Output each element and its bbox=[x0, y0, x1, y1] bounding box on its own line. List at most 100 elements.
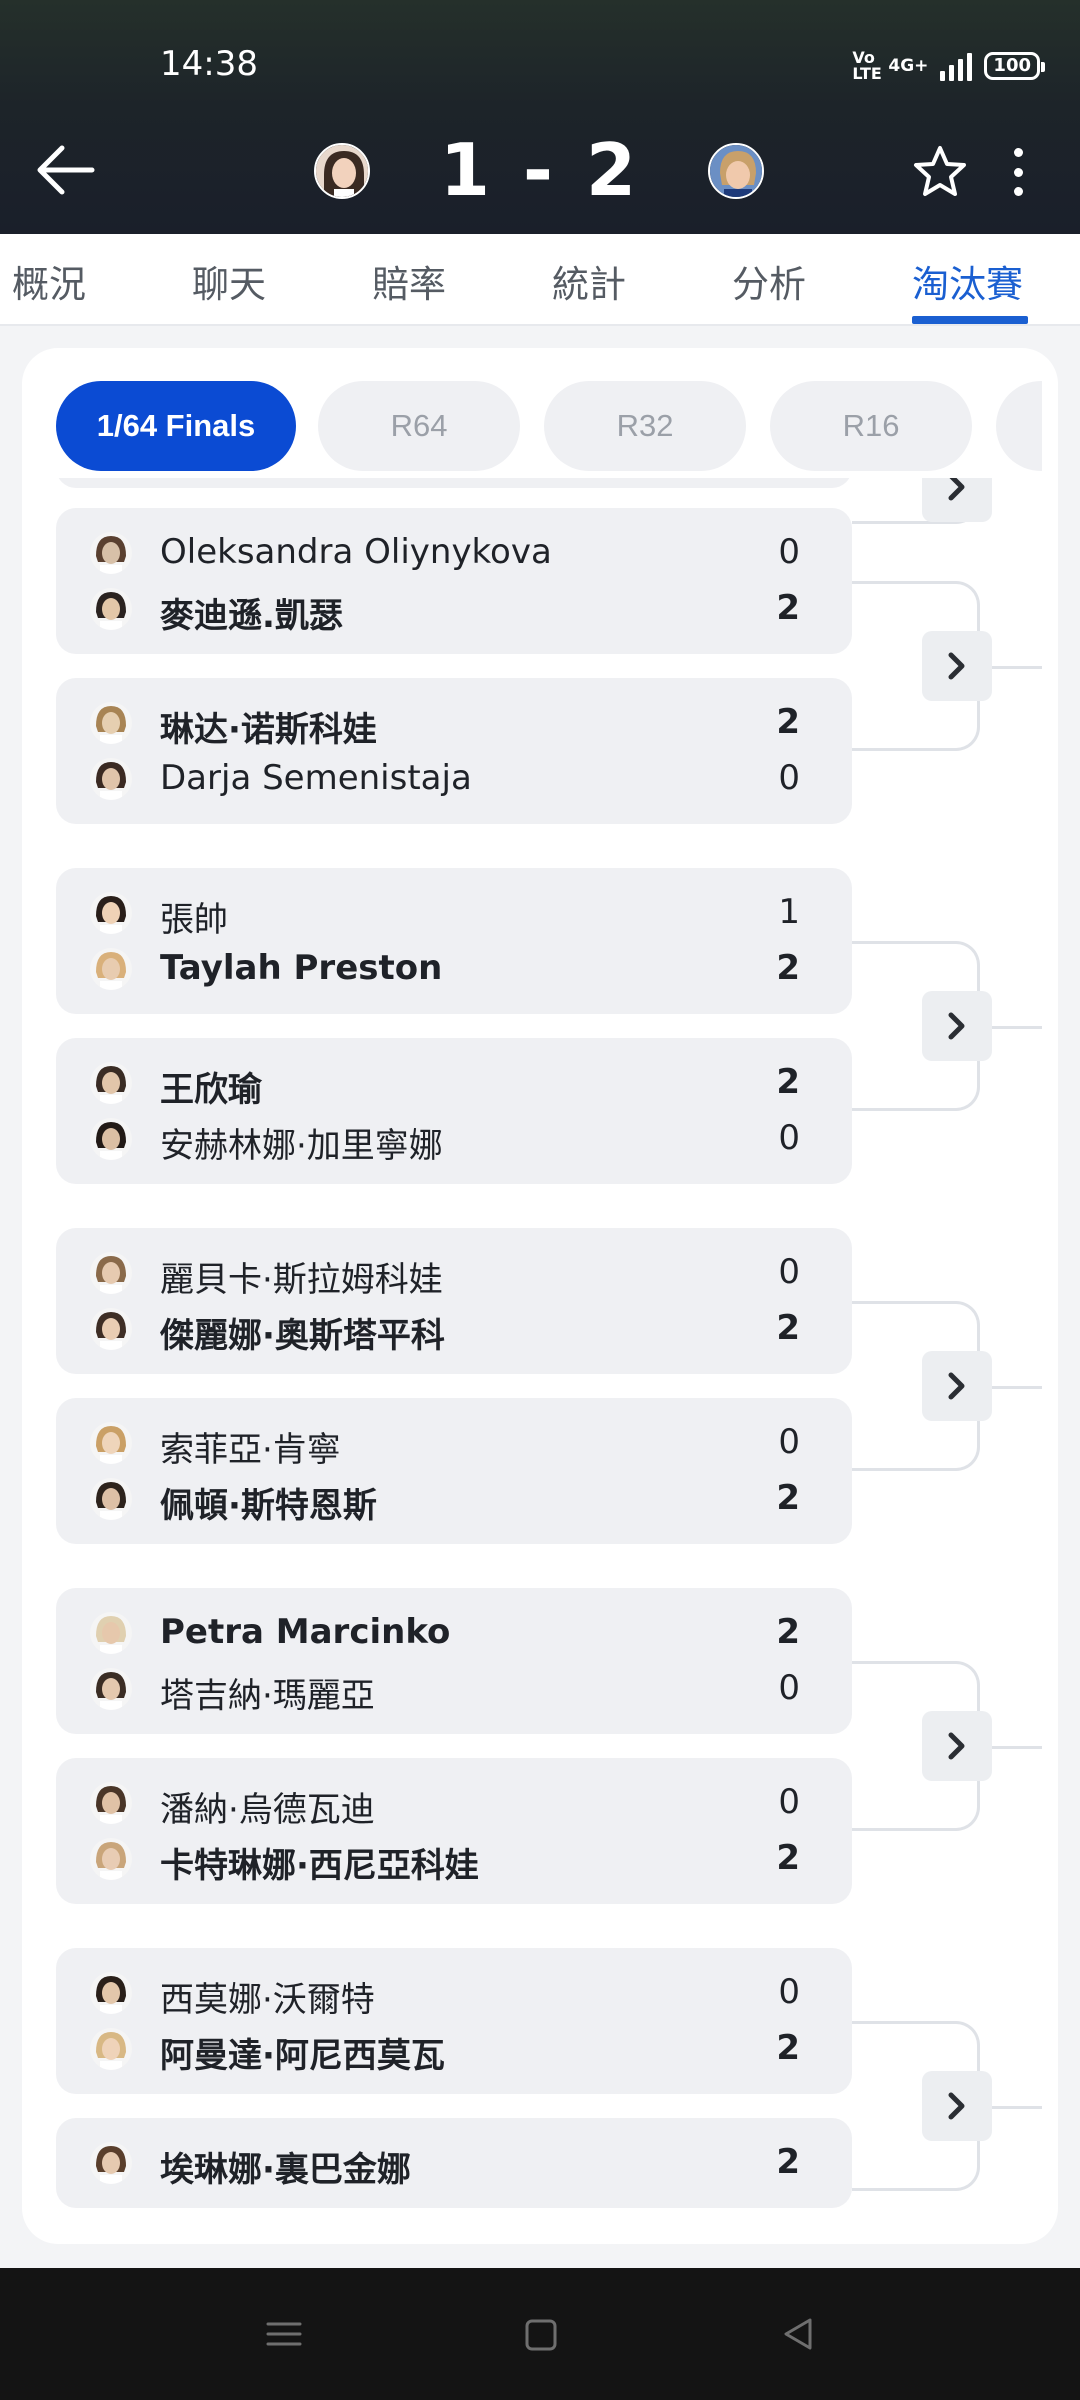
player-avatar bbox=[90, 1612, 132, 1654]
favorite-button[interactable] bbox=[910, 142, 970, 202]
more-options-button[interactable] bbox=[1000, 142, 1036, 202]
nav-back-button[interactable] bbox=[768, 2304, 828, 2364]
player-avatar bbox=[90, 758, 132, 800]
player-row: 塔吉納·瑪麗亞 0 bbox=[56, 1662, 852, 1718]
more-vertical-icon bbox=[1013, 148, 1023, 157]
match-card[interactable]: 麗貝卡·斯拉姆科娃 0 傑麗娜·奧斯塔平科 2 bbox=[56, 1228, 852, 1374]
match-card[interactable]: 琳达·诺斯科娃 2 Darja Semenistaja 0 bbox=[56, 678, 852, 824]
nav-menu-button[interactable] bbox=[254, 2304, 314, 2364]
advance-button[interactable] bbox=[922, 631, 992, 701]
player-avatar bbox=[90, 588, 132, 630]
player-set-score: 2 bbox=[776, 1062, 800, 1102]
player-name: Darja Semenistaja bbox=[160, 758, 472, 798]
player-row: Taylah Preston 2 bbox=[56, 942, 852, 998]
chevron-right-icon bbox=[948, 652, 965, 680]
player-row: 麥迪遜.凱瑟 2 bbox=[56, 582, 852, 638]
tab-chat[interactable]: 聊天 bbox=[192, 254, 266, 308]
player-name: 塔吉納·瑪麗亞 bbox=[160, 1676, 375, 1716]
player-row: 索菲亞·肯寧 0 bbox=[56, 1416, 852, 1472]
chevron-right-icon bbox=[948, 478, 965, 501]
tab-bar: 概況 聊天 賠率 統計 分析 淘汰賽 bbox=[0, 234, 1080, 326]
player-name: 麗貝卡·斯拉姆科娃 bbox=[160, 1260, 443, 1300]
status-time: 14:38 bbox=[160, 44, 258, 84]
player-name: Taylah Preston bbox=[160, 948, 443, 988]
player-name: 西莫娜·沃爾特 bbox=[160, 1980, 375, 2020]
battery-icon: 100 bbox=[984, 52, 1045, 80]
player-row: 佩頓·斯特恩斯 2 bbox=[56, 1472, 852, 1528]
player-set-score: 2 bbox=[776, 2028, 800, 2068]
player-row: 埃琳娜·裏巴金娜 2 bbox=[56, 2136, 852, 2192]
network-type: 4G+ bbox=[888, 56, 929, 76]
player-avatar bbox=[90, 1838, 132, 1880]
tab-stats[interactable]: 統計 bbox=[552, 254, 626, 308]
player-name: 索菲亞·肯寧 bbox=[160, 1430, 341, 1470]
match-card[interactable]: 西莫娜·沃爾特 0 阿曼達·阿尼西莫瓦 2 bbox=[56, 1948, 852, 2094]
player-avatar bbox=[90, 1308, 132, 1350]
match-card[interactable]: 索菲亞·肯寧 0 佩頓·斯特恩斯 2 bbox=[56, 1398, 852, 1544]
match-card[interactable]: 潘納·烏德瓦迪 0 卡特琳娜·西尼亞科娃 2 bbox=[56, 1758, 852, 1904]
player-avatar bbox=[90, 532, 132, 574]
tab-overview[interactable]: 概況 bbox=[12, 254, 86, 308]
signal-icon bbox=[940, 51, 973, 81]
tab-odds[interactable]: 賠率 bbox=[372, 254, 446, 308]
player-row: Oleksandra Oliynykova 0 bbox=[56, 526, 852, 582]
match-card[interactable]: Petra Marcinko 2 塔吉納·瑪麗亞 0 bbox=[56, 1588, 852, 1734]
player-name: Petra Marcinko bbox=[160, 1612, 451, 1652]
advance-button[interactable] bbox=[922, 1711, 992, 1781]
advance-button[interactable] bbox=[922, 478, 992, 522]
match-header: 14:38 Vo LTE 4G+ 100 1 - 2 bbox=[0, 0, 1080, 234]
player-avatar bbox=[90, 1972, 132, 2014]
player-set-score: 2 bbox=[776, 1308, 800, 1348]
match-card[interactable]: Oleksandra Oliynykova 0 麥迪遜.凱瑟 2 bbox=[56, 508, 852, 654]
player-avatar bbox=[90, 948, 132, 990]
advance-button[interactable] bbox=[922, 991, 992, 1061]
player-name: 阿曼達·阿尼西莫瓦 bbox=[160, 2036, 445, 2076]
player-avatar bbox=[90, 2028, 132, 2070]
player-set-score: 0 bbox=[778, 1118, 800, 1158]
home-square-icon bbox=[525, 2319, 557, 2351]
player-set-score: 0 bbox=[778, 1252, 800, 1292]
advance-button[interactable] bbox=[922, 1351, 992, 1421]
round-pill-r64[interactable]: R64 bbox=[318, 381, 520, 471]
back-button[interactable] bbox=[32, 140, 102, 200]
player-avatar bbox=[90, 892, 132, 934]
status-indicators: Vo LTE 4G+ 100 bbox=[852, 50, 1045, 82]
bracket-card: 1/64 Finals R64 R32 R16 Oleksandra Oliyn… bbox=[22, 348, 1058, 2244]
player-set-score: 0 bbox=[778, 532, 800, 572]
player-name: Oleksandra Oliynykova bbox=[160, 532, 552, 572]
advance-button[interactable] bbox=[922, 2071, 992, 2141]
match-card[interactable]: 埃琳娜·裏巴金娜 2 bbox=[56, 2118, 852, 2208]
player-avatar bbox=[90, 1252, 132, 1294]
menu-icon bbox=[266, 2322, 302, 2346]
player-name: 麥迪遜.凱瑟 bbox=[160, 596, 343, 636]
player-one-avatar[interactable] bbox=[314, 143, 370, 199]
chevron-right-icon bbox=[948, 1012, 965, 1040]
tab-analysis[interactable]: 分析 bbox=[732, 254, 806, 308]
player-name: 張帥 bbox=[160, 900, 228, 940]
player-row: 王欣瑜 2 bbox=[56, 1056, 852, 1112]
match-card-partial[interactable] bbox=[56, 478, 852, 488]
tab-knockout[interactable]: 淘汰賽 bbox=[912, 254, 1023, 308]
round-pill-r16[interactable]: R16 bbox=[770, 381, 972, 471]
round-pill-r32[interactable]: R32 bbox=[544, 381, 746, 471]
chevron-right-icon bbox=[948, 2092, 965, 2120]
player-avatar bbox=[90, 1668, 132, 1710]
player-row: 阿曼達·阿尼西莫瓦 2 bbox=[56, 2022, 852, 2078]
player-two-avatar[interactable] bbox=[708, 143, 764, 199]
back-triangle-icon bbox=[784, 2318, 812, 2350]
match-card[interactable]: 王欣瑜 2 安赫林娜·加里寧娜 0 bbox=[56, 1038, 852, 1184]
player-name: 安赫林娜·加里寧娜 bbox=[160, 1126, 443, 1166]
player-name: 卡特琳娜·西尼亞科娃 bbox=[160, 1846, 479, 1886]
player-set-score: 2 bbox=[776, 702, 800, 742]
player-row: 傑麗娜·奧斯塔平科 2 bbox=[56, 1302, 852, 1358]
system-navigation-bar bbox=[0, 2268, 1080, 2400]
player-row: 潘納·烏德瓦迪 0 bbox=[56, 1776, 852, 1832]
player-name: 埃琳娜·裏巴金娜 bbox=[160, 2150, 411, 2190]
match-card[interactable]: 張帥 1 Taylah Preston 2 bbox=[56, 868, 852, 1014]
player-name: 王欣瑜 bbox=[160, 1070, 262, 1110]
round-pill-more[interactable] bbox=[996, 381, 1042, 471]
player-row: 卡特琳娜·西尼亞科娃 2 bbox=[56, 1832, 852, 1888]
player-row: Petra Marcinko 2 bbox=[56, 1606, 852, 1662]
nav-home-button[interactable] bbox=[510, 2304, 570, 2364]
round-pill-1-64[interactable]: 1/64 Finals bbox=[56, 381, 296, 471]
